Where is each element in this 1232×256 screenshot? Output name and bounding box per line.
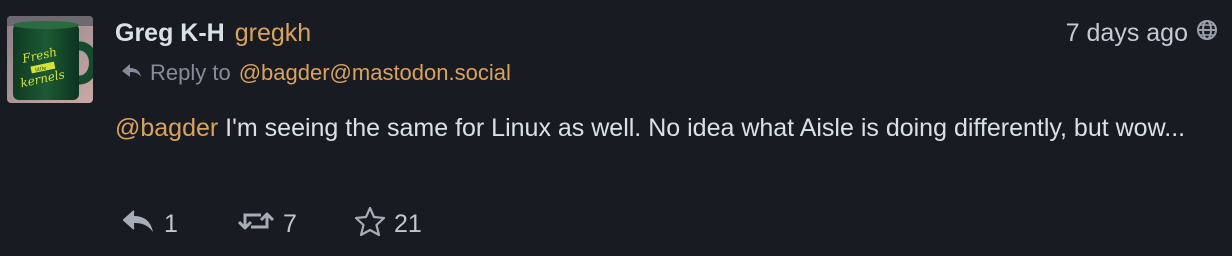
reply-button[interactable]: 1 <box>122 208 237 241</box>
author-display-name[interactable]: Greg K-H <box>115 19 225 48</box>
boost-count: 7 <box>283 209 297 238</box>
post-text: I'm seeing the same for Linux as well. N… <box>218 114 1186 142</box>
star-icon <box>354 206 386 243</box>
status-post: Fresh little kernels Greg K-H gregkh 7 d… <box>0 0 1232 256</box>
mention-link[interactable]: @bagder <box>115 114 218 142</box>
avatar[interactable]: Fresh little kernels <box>7 16 93 103</box>
timestamp-text: 7 days ago <box>1065 19 1188 47</box>
reply-count: 1 <box>164 209 178 238</box>
boost-button[interactable]: 7 <box>237 208 354 241</box>
post-header: Greg K-H gregkh <box>115 19 311 53</box>
post-timestamp[interactable]: 7 days ago <box>1066 19 1218 48</box>
reply-arrow-icon <box>120 60 142 86</box>
favourite-count: 21 <box>394 209 422 238</box>
reply-indicator: Reply to @bagder@mastodon.social <box>120 60 511 86</box>
action-bar: 1 7 21 <box>122 206 422 242</box>
reply-label: Reply to <box>150 60 231 85</box>
reply-target-link[interactable]: @bagder@mastodon.social <box>239 60 511 86</box>
post-content: @bagder I'm seeing the same for Linux as… <box>115 110 1215 147</box>
reply-icon <box>122 208 156 241</box>
boost-icon <box>237 208 275 241</box>
favourite-button[interactable]: 21 <box>354 206 422 243</box>
globe-icon <box>1196 19 1218 48</box>
author-handle[interactable]: gregkh <box>235 19 311 48</box>
